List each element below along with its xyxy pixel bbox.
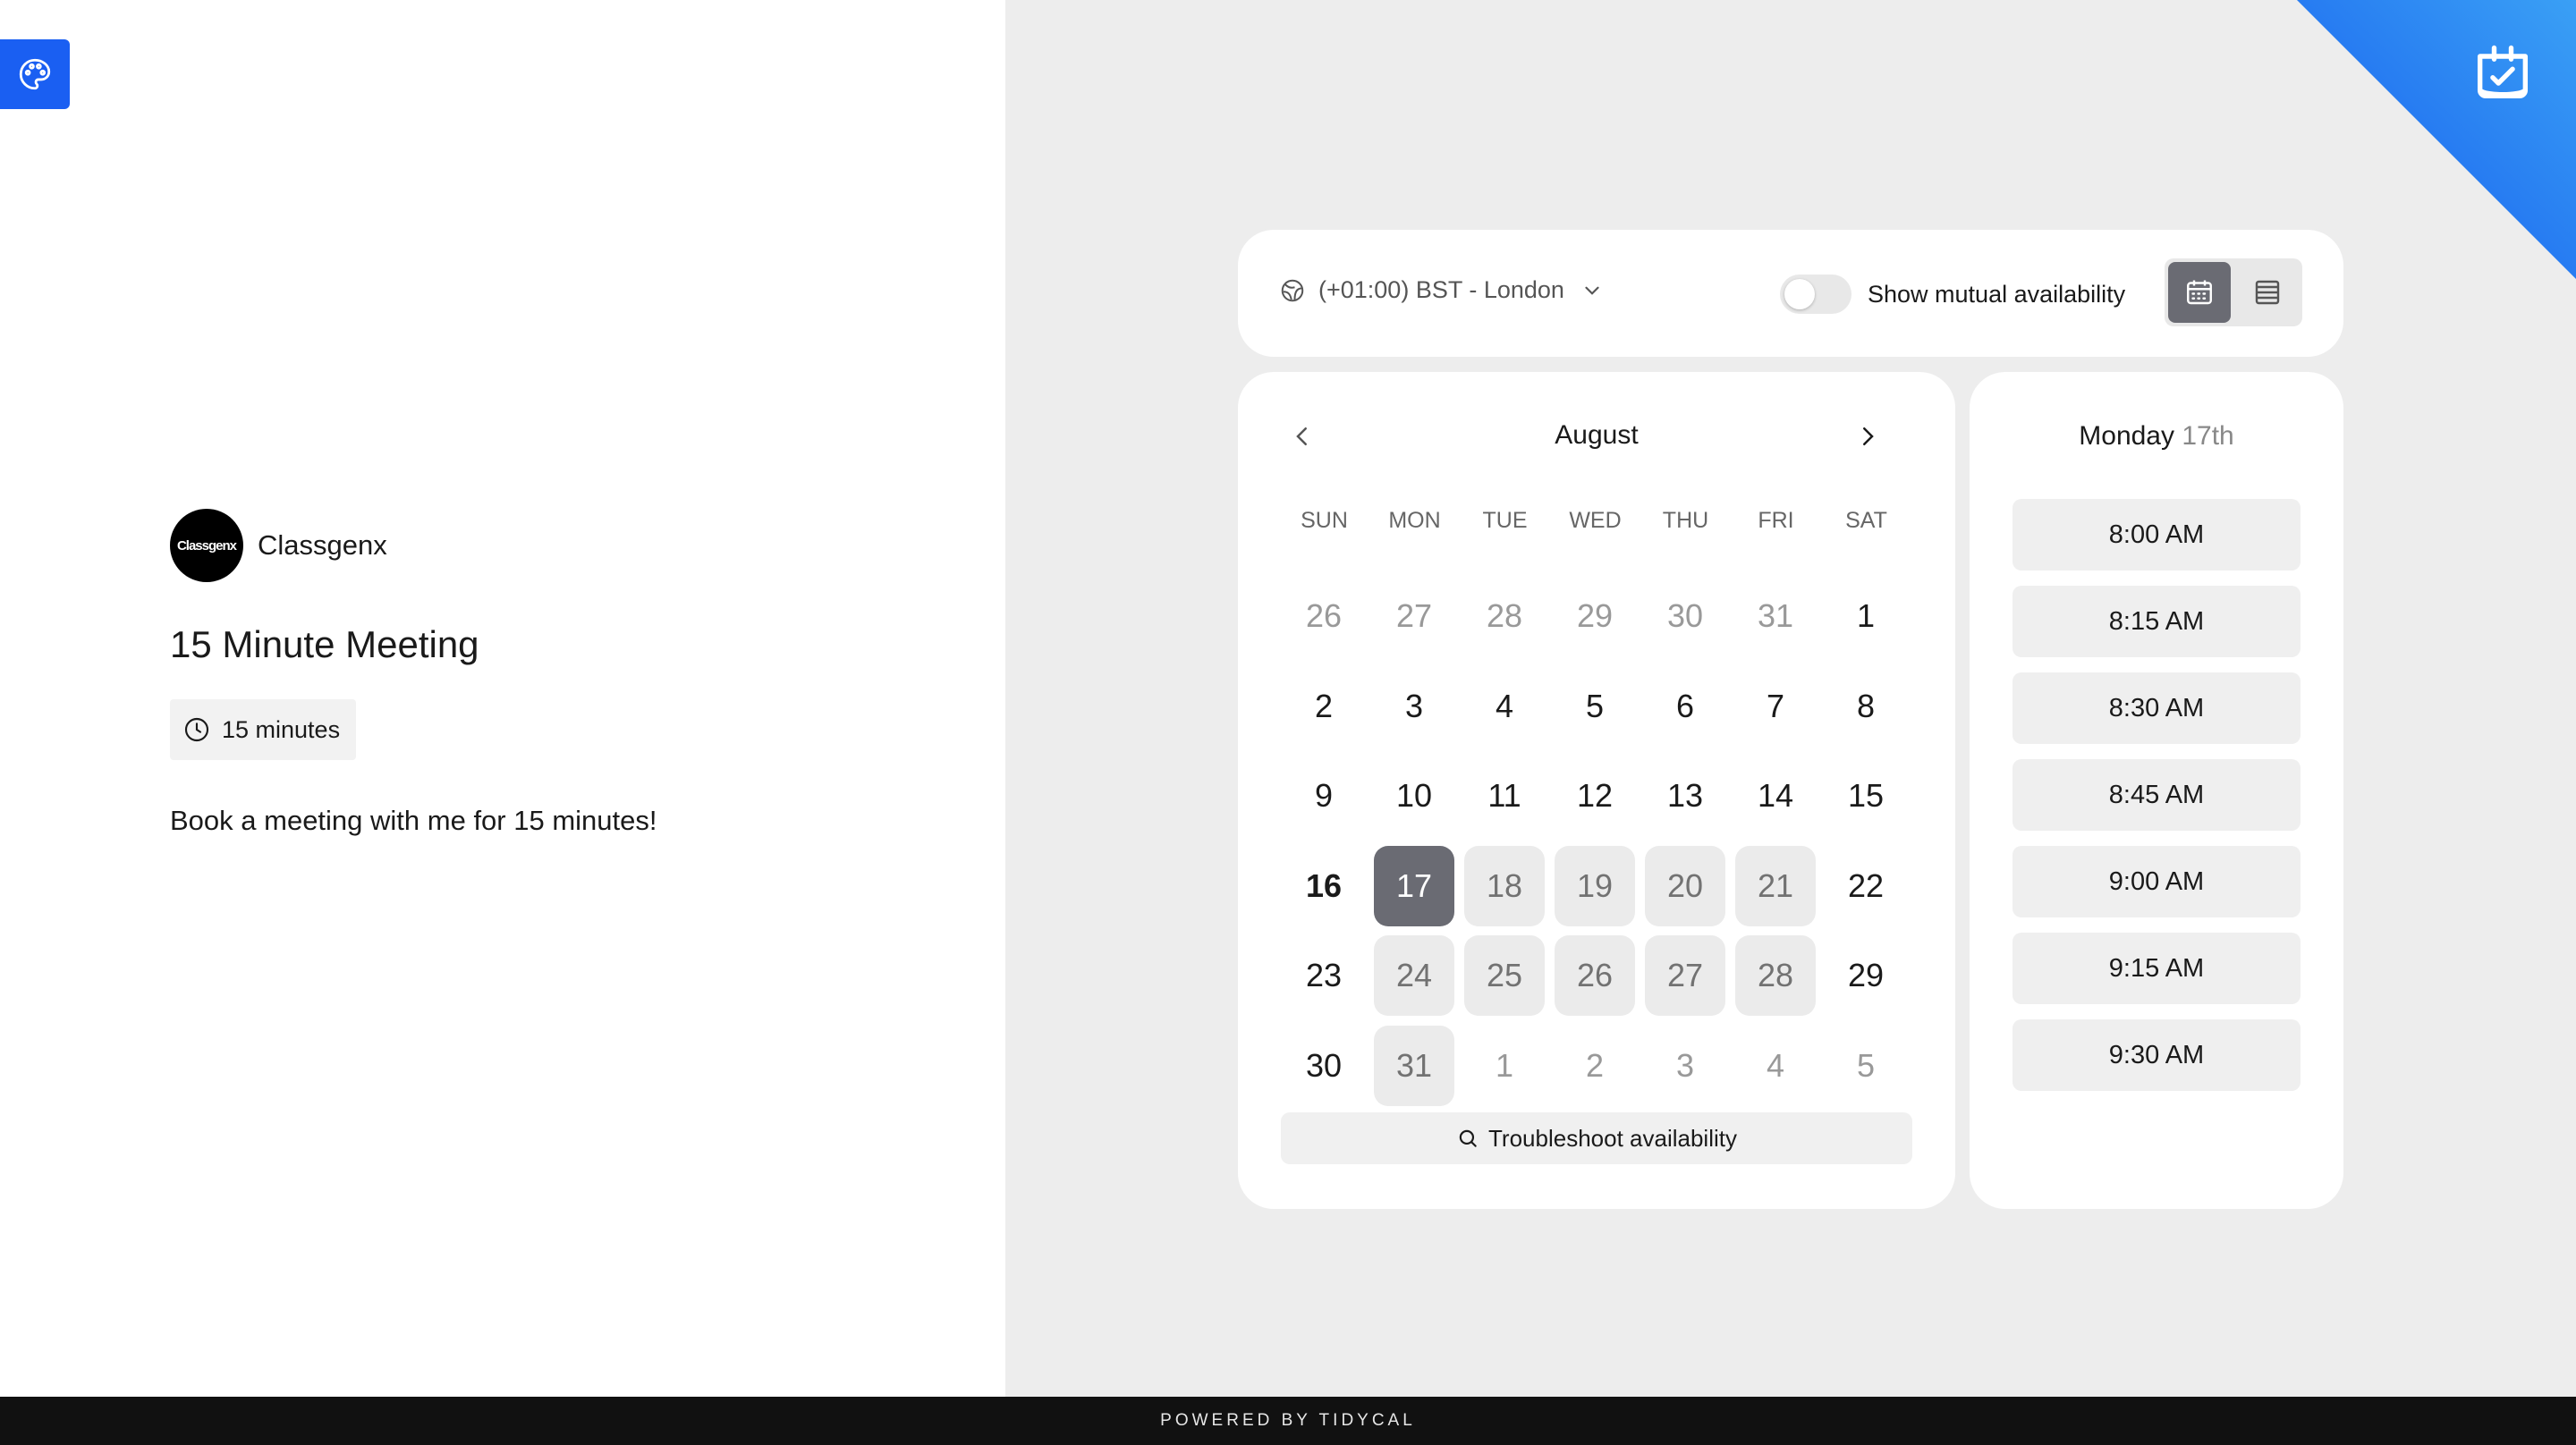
toggle-knob xyxy=(1784,279,1815,309)
theme-button[interactable] xyxy=(0,39,70,109)
brand-corner xyxy=(2297,0,2576,279)
day-cell: 14 xyxy=(1757,777,1794,814)
timezone-label: (+01:00) BST - London xyxy=(1318,276,1564,303)
avatar: Classgenx xyxy=(170,509,243,582)
day-cell: 30 xyxy=(1305,1046,1343,1084)
day-cell: 30 xyxy=(1666,597,1704,634)
troubleshoot-label: Troubleshoot availability xyxy=(1488,1124,1737,1152)
day-cell: 16 xyxy=(1305,866,1343,904)
mutual-availability-toggle[interactable] xyxy=(1780,275,1852,314)
day-cell[interactable]: 19 xyxy=(1555,845,1635,926)
organizer-name: Classgenx xyxy=(258,529,387,561)
duration-badge: 15 minutes xyxy=(170,699,356,760)
day-cell[interactable]: 25 xyxy=(1464,935,1545,1016)
month-label: August xyxy=(1555,420,1639,450)
chevron-right-icon xyxy=(1863,427,1874,445)
duration-label: 15 minutes xyxy=(222,715,341,743)
list-view-button[interactable] xyxy=(2236,262,2299,323)
selected-day-name: Monday xyxy=(2079,421,2174,451)
weekday-label: TUE xyxy=(1482,508,1528,533)
event-details-panel: Classgenx Classgenx 15 Minute Meeting 15… xyxy=(0,0,1005,1397)
day-cell: 29 xyxy=(1576,597,1614,634)
day-cell: 29 xyxy=(1847,957,1885,993)
day-cell: 5 xyxy=(1856,1046,1876,1084)
timezone-bar: (+01:00) BST - London Show mutual availa… xyxy=(1238,230,2343,357)
weekday-header: SUN MON TUE WED THU FRI SAT xyxy=(1279,508,1911,534)
search-icon xyxy=(1459,1129,1477,1147)
day-cell: 28 xyxy=(1486,597,1523,634)
day-cell: 4 xyxy=(1495,687,1514,724)
selected-date-header: Monday 17th xyxy=(1970,421,2343,452)
day-cell: 7 xyxy=(1766,687,1785,724)
day-cell: 15 xyxy=(1847,777,1885,814)
day-cell: 22 xyxy=(1847,866,1885,904)
day-cell: 27 xyxy=(1395,597,1433,634)
next-month-button[interactable] xyxy=(1850,418,1885,454)
day-cell: 10 xyxy=(1395,777,1433,814)
day-cell: 2 xyxy=(1585,1046,1605,1084)
meeting-title: 15 Minute Meeting xyxy=(170,623,479,665)
weekday-label: THU xyxy=(1662,508,1709,533)
day-cell: 3 xyxy=(1404,687,1424,724)
day-cell: 8 xyxy=(1856,687,1876,724)
day-cell[interactable]: 20 xyxy=(1645,845,1725,926)
day-cell: 2 xyxy=(1314,687,1334,724)
footer: POWERED BY TIDYCAL xyxy=(0,1397,2576,1445)
selected-date-suffix: 17th xyxy=(2182,421,2234,451)
day-cell: 11 xyxy=(1487,777,1521,814)
day-cell[interactable]: 28 xyxy=(1735,935,1816,1016)
time-slot-button[interactable]: 8:30 AM xyxy=(2012,672,2301,744)
mutual-availability-label: Show mutual availability xyxy=(1868,281,2126,308)
day-cell: 12 xyxy=(1576,777,1614,814)
day-cell: 31 xyxy=(1757,597,1794,634)
day-cell: 5 xyxy=(1585,687,1605,724)
timezone-selector[interactable]: (+01:00) BST - London xyxy=(1279,276,1604,304)
day-cell: 1 xyxy=(1856,597,1876,634)
calendar-card: August SUN MON TUE WED THU FRI SAT 26 27 2… xyxy=(1238,372,1955,1209)
day-cell: 9 xyxy=(1314,777,1334,814)
day-cell[interactable]: 21 xyxy=(1735,845,1816,926)
time-slot-button[interactable]: 8:45 AM xyxy=(2012,759,2301,831)
time-slot-button[interactable]: 8:00 AM xyxy=(2012,499,2301,570)
powered-by-label[interactable]: POWERED BY TIDYCAL xyxy=(1160,1411,1416,1431)
day-grid: 26 27 28 29 30 31 1 2 3 4 5 6 7 8 9 10 11 12 13 14 15 16 17 18 1… xyxy=(1279,576,1912,1112)
calendar-check-icon xyxy=(2477,45,2529,99)
day-cell[interactable]: 26 xyxy=(1555,935,1635,1016)
time-slot-button[interactable]: 8:15 AM xyxy=(2012,586,2301,657)
time-slot-button[interactable]: 9:30 AM xyxy=(2012,1019,2301,1091)
day-cell[interactable]: 17 xyxy=(1374,845,1454,926)
day-cell[interactable]: 31 xyxy=(1374,1025,1454,1106)
meeting-description: Book a meeting with me for 15 minutes! xyxy=(170,805,657,836)
troubleshoot-availability-button[interactable]: Troubleshoot availability xyxy=(1281,1112,1912,1164)
view-mode-switch xyxy=(2165,258,2302,326)
day-cell[interactable]: 18 xyxy=(1464,845,1545,926)
day-cell: 13 xyxy=(1666,777,1704,814)
time-slots-card: Monday 17th 8:00 AM 8:15 AM 8:30 AM 8:45 AM… xyxy=(1970,372,2343,1209)
weekday-label: FRI xyxy=(1758,508,1794,533)
day-cell: 6 xyxy=(1675,687,1695,724)
weekday-label: WED xyxy=(1569,508,1622,533)
day-cell: 3 xyxy=(1675,1046,1695,1084)
clock-icon xyxy=(184,717,209,742)
day-cell: 4 xyxy=(1766,1046,1785,1084)
organizer: Classgenx Classgenx xyxy=(170,509,387,582)
calendar-icon xyxy=(2187,280,2212,305)
weekday-label: MON xyxy=(1388,508,1441,533)
globe-icon xyxy=(1281,279,1304,301)
day-cell: 23 xyxy=(1305,957,1343,993)
list-icon xyxy=(2255,280,2280,305)
time-slot-button[interactable]: 9:00 AM xyxy=(2012,846,2301,917)
day-cell[interactable]: 24 xyxy=(1374,935,1454,1016)
chevron-down-icon xyxy=(1585,286,1599,295)
day-cell[interactable]: 27 xyxy=(1645,935,1725,1016)
day-cell: 26 xyxy=(1305,597,1343,634)
palette-icon xyxy=(19,58,51,90)
day-cell: 1 xyxy=(1495,1046,1514,1084)
weekday-label: SUN xyxy=(1301,508,1348,533)
weekday-label: SAT xyxy=(1845,508,1887,533)
calendar-view-button[interactable] xyxy=(2168,262,2231,323)
time-slot-button[interactable]: 9:15 AM xyxy=(2012,933,2301,1004)
